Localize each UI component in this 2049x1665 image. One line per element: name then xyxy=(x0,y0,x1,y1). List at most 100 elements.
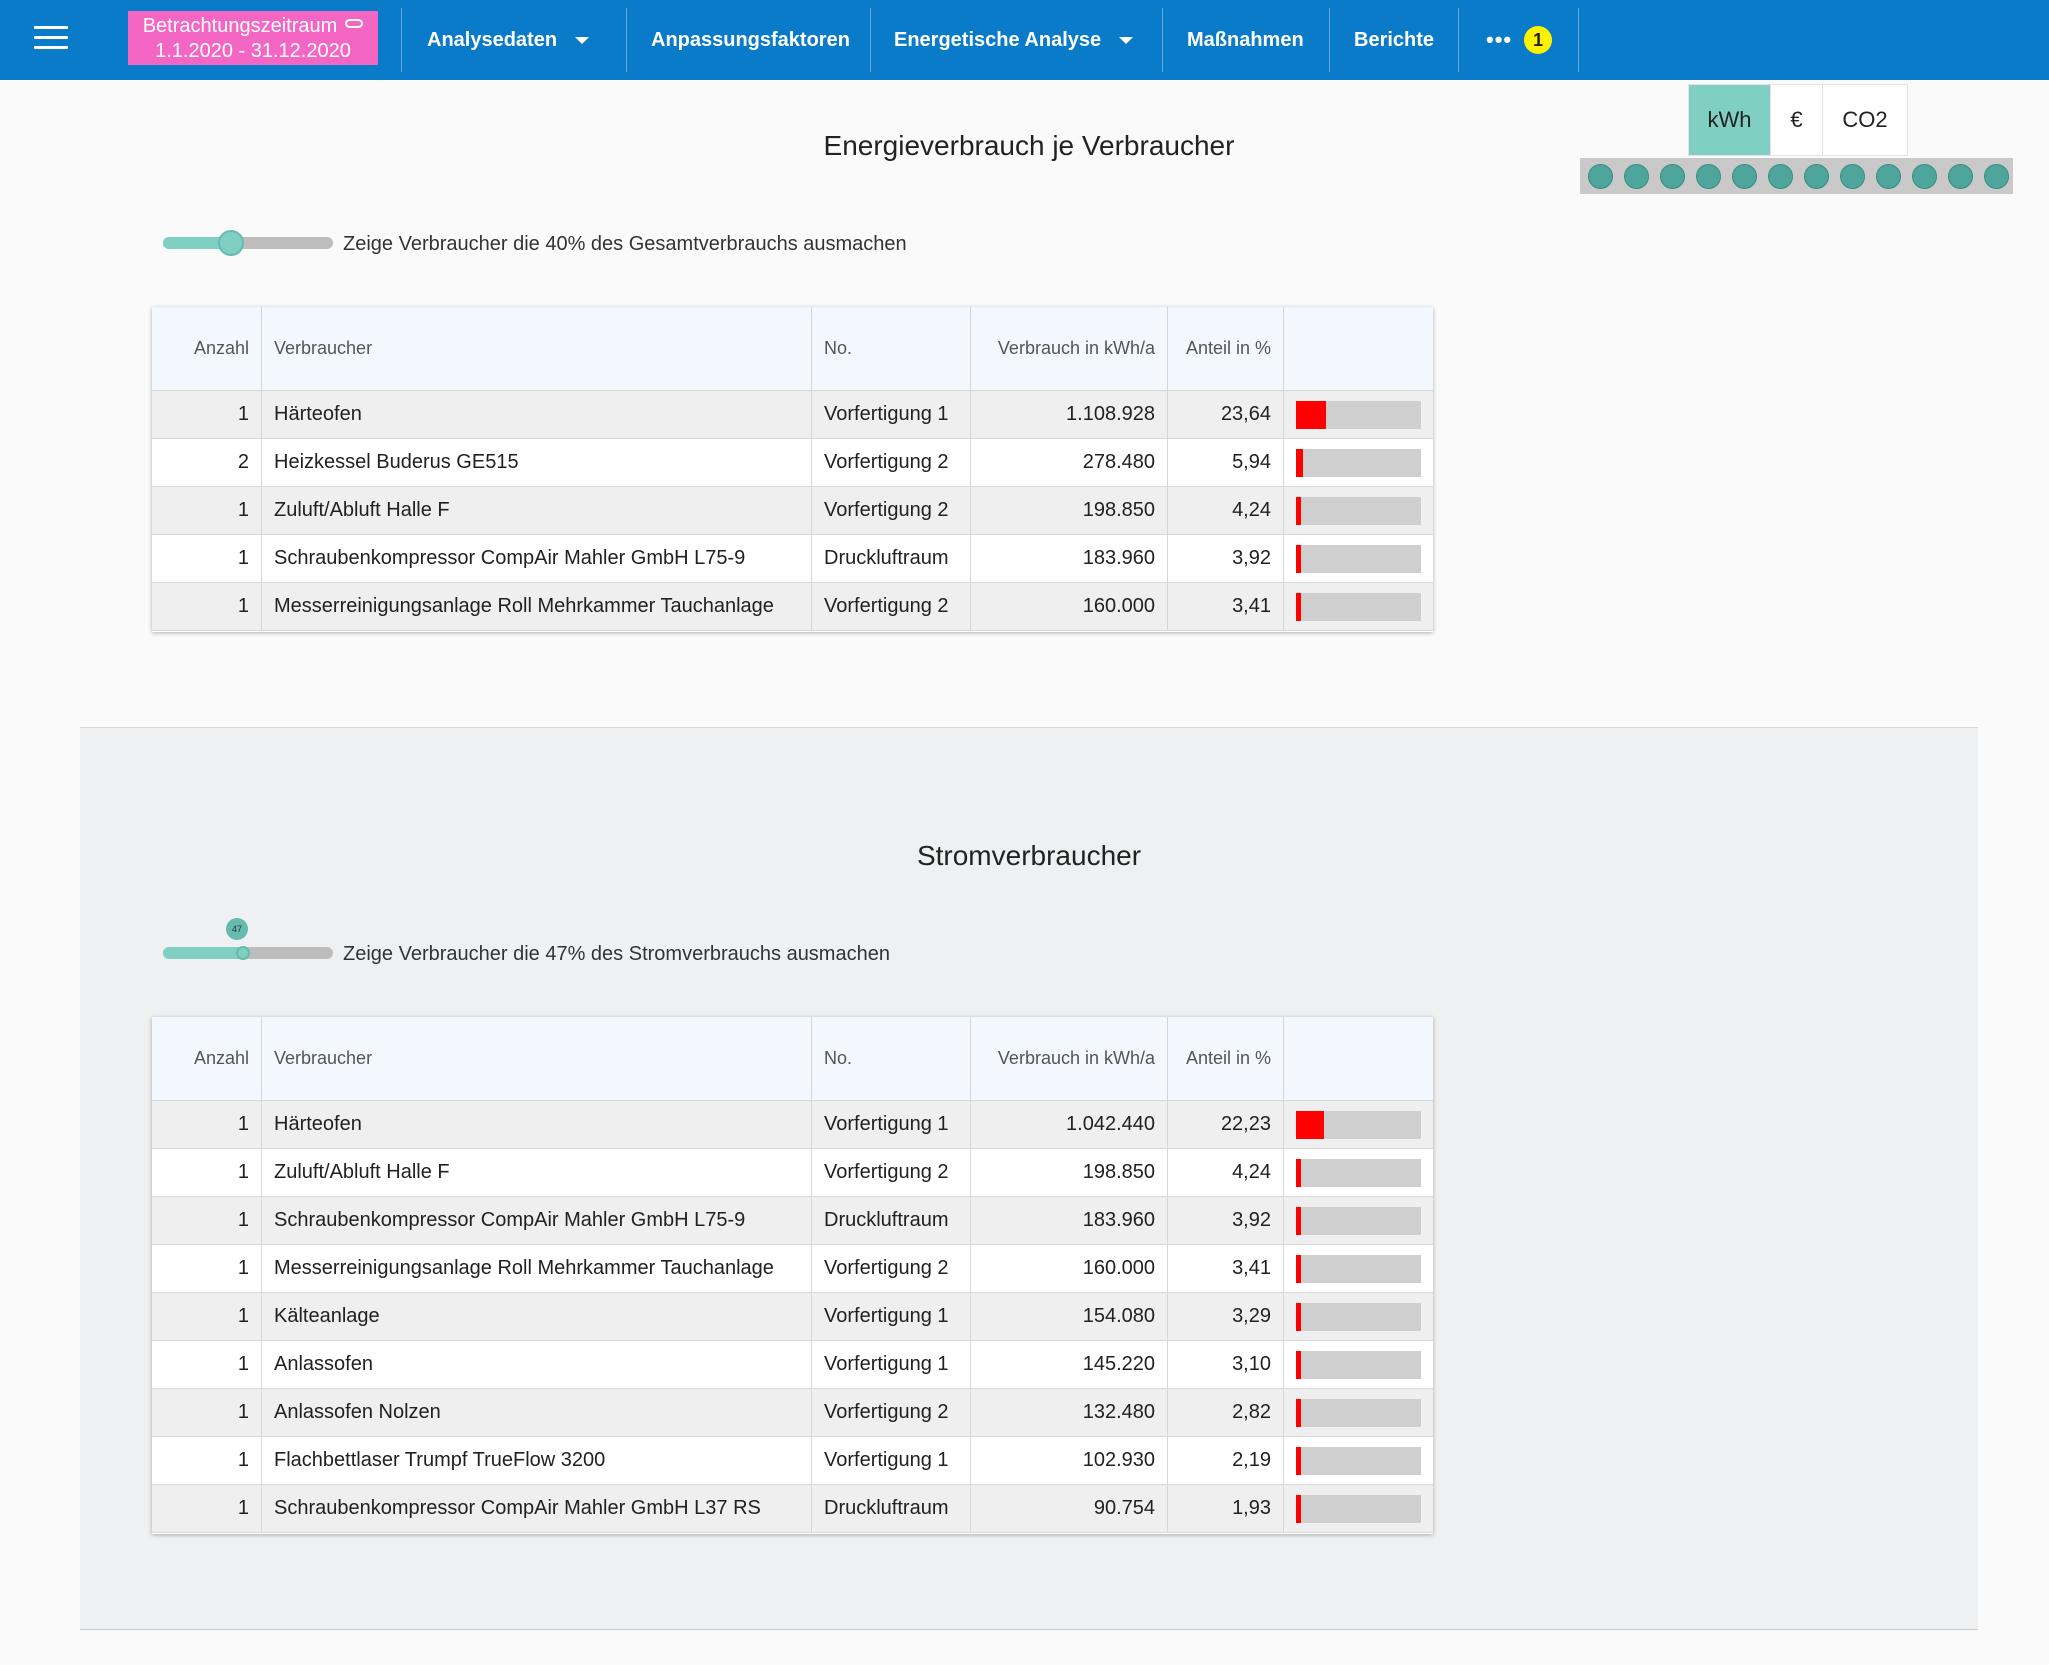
chevron-down-icon xyxy=(575,36,590,44)
cell-verbrauch: 278.480 xyxy=(971,439,1168,486)
cell-verbrauch: 198.850 xyxy=(971,487,1168,534)
table-row[interactable]: 1 Zuluft/Abluft Halle F Vorfertigung 2 198.… xyxy=(152,1149,1433,1197)
cell-anteil: 3,92 xyxy=(1168,535,1284,582)
col-header-no[interactable]: No. xyxy=(812,1017,971,1100)
table-row[interactable]: 1 Anlassofen Vorfertigung 1 145.220 3,10 xyxy=(152,1341,1433,1389)
page-dot[interactable] xyxy=(1588,163,1613,189)
share-bar xyxy=(1296,1446,1421,1475)
col-header-verbrauch[interactable]: Verbrauch in kWh/a xyxy=(971,307,1168,390)
cell-anzahl: 1 xyxy=(152,1389,262,1436)
table-row[interactable]: 1 Flachbettlaser Trumpf TrueFlow 3200 Vorf… xyxy=(152,1437,1433,1485)
table-row[interactable]: 1 Kälteanlage Vorfertigung 1 154.080 3,29 xyxy=(152,1293,1433,1341)
cell-verbrauch: 90.754 xyxy=(971,1485,1168,1532)
table-row[interactable]: 2 Heizkessel Buderus GE515 Vorfertigung 22… xyxy=(152,439,1433,487)
cell-anzahl: 1 xyxy=(152,583,262,630)
notification-badge: 1 xyxy=(1524,26,1553,54)
cell-anteil: 1,93 xyxy=(1168,1485,1284,1532)
period-range: 1.1.2020 - 31.12.2020 xyxy=(155,40,351,62)
page-dot[interactable] xyxy=(1624,163,1649,189)
page-dot[interactable] xyxy=(1804,163,1829,189)
share-bar-fill xyxy=(1296,1494,1301,1523)
table-row[interactable]: 1 Messerreinigungsanlage Roll Mehrkammer … xyxy=(152,1245,1433,1293)
table-row[interactable]: 1 Schraubenkompressor CompAir Mahler GmbH… xyxy=(152,1485,1433,1533)
slider-fill xyxy=(163,947,243,959)
page-dot[interactable] xyxy=(1696,163,1721,189)
cell-verbrauch: 154.080 xyxy=(971,1293,1168,1340)
cell-share-bar xyxy=(1284,1101,1433,1148)
col-header-anzahl[interactable]: Anzahl xyxy=(152,1017,262,1100)
table-row[interactable]: 1 Schraubenkompressor CompAir Mahler GmbH… xyxy=(152,535,1433,583)
nav-more[interactable]: ••• 1 xyxy=(1486,0,1553,80)
table-header: Anzahl Verbraucher No. Verbrauch in kWh/… xyxy=(152,307,1433,391)
cell-anzahl: 1 xyxy=(152,1245,262,1292)
share-bar-fill xyxy=(1296,592,1301,621)
share-bar xyxy=(1296,400,1421,429)
page-dot[interactable] xyxy=(1876,163,1901,189)
cell-verbraucher: Anlassofen Nolzen xyxy=(262,1389,812,1436)
cell-verbraucher: Messerreinigungsanlage Roll Mehrkammer T… xyxy=(262,583,812,630)
page-dot[interactable] xyxy=(1948,163,1973,189)
page-dot[interactable] xyxy=(1984,163,2009,189)
link-icon xyxy=(345,19,364,29)
nav-berichte[interactable]: Berichte xyxy=(1354,0,1434,80)
col-header-anteil[interactable]: Anteil in % xyxy=(1168,1017,1284,1100)
col-header-verbrauch[interactable]: Verbrauch in kWh/a xyxy=(971,1017,1168,1100)
page-dot[interactable] xyxy=(1768,163,1793,189)
share-bar xyxy=(1296,544,1421,573)
share-bar xyxy=(1296,448,1421,477)
cell-verbrauch: 1.108.928 xyxy=(971,391,1168,438)
cell-verbraucher: Schraubenkompressor CompAir Mahler GmbH … xyxy=(262,535,812,582)
cell-share-bar xyxy=(1284,1293,1433,1340)
share-bar-fill xyxy=(1296,1158,1301,1187)
col-header-anteil[interactable]: Anteil in % xyxy=(1168,307,1284,390)
nav-label: Analysedaten xyxy=(427,28,558,51)
share-bar xyxy=(1296,1206,1421,1235)
nav-analysedaten[interactable]: Analysedaten xyxy=(427,0,590,80)
cell-share-bar xyxy=(1284,1341,1433,1388)
col-header-anzahl[interactable]: Anzahl xyxy=(152,307,262,390)
slider-thumb[interactable] xyxy=(218,230,244,256)
cell-no: Vorfertigung 1 xyxy=(812,1293,971,1340)
share-bar-fill xyxy=(1296,1206,1301,1235)
share-bar-fill xyxy=(1296,496,1301,525)
cell-anzahl: 1 xyxy=(152,535,262,582)
share-bar-fill xyxy=(1296,400,1326,429)
more-icon: ••• xyxy=(1486,27,1513,52)
cell-no: Vorfertigung 2 xyxy=(812,1149,971,1196)
menu-icon[interactable] xyxy=(34,26,68,54)
nav-divider xyxy=(1458,8,1459,72)
slider-thumb[interactable] xyxy=(236,946,250,960)
share-bar xyxy=(1296,1350,1421,1379)
strom-share-slider[interactable]: 47 xyxy=(163,918,333,960)
table-row[interactable]: 1 Härteofen Vorfertigung 1 1.042.440 22,23 xyxy=(152,1101,1433,1149)
cell-share-bar xyxy=(1284,1245,1433,1292)
table-row[interactable]: 1 Schraubenkompressor CompAir Mahler GmbH… xyxy=(152,1197,1433,1245)
energy-share-slider[interactable] xyxy=(163,230,333,256)
nav-label: Berichte xyxy=(1354,28,1435,51)
table-row[interactable]: 1 Messerreinigungsanlage Roll Mehrkammer … xyxy=(152,583,1433,631)
nav-divider xyxy=(1329,8,1330,72)
period-selector[interactable]: Betrachtungszeitraum 1.1.2020 - 31.12.20… xyxy=(128,11,378,65)
nav-divider xyxy=(626,8,627,72)
col-header-no[interactable]: No. xyxy=(812,307,971,390)
page-dot[interactable] xyxy=(1912,163,1937,189)
table-row[interactable]: 1 Zuluft/Abluft Halle F Vorfertigung 2 198.… xyxy=(152,487,1433,535)
table-row[interactable]: 1 Härteofen Vorfertigung 1 1.108.928 23,64 xyxy=(152,391,1433,439)
col-header-verbraucher[interactable]: Verbraucher xyxy=(262,1017,812,1100)
col-header-bar xyxy=(1284,1017,1433,1100)
nav-energetische-analyse[interactable]: Energetische Analyse xyxy=(894,0,1134,80)
col-header-verbraucher[interactable]: Verbraucher xyxy=(262,307,812,390)
table-row[interactable]: 1 Anlassofen Nolzen Vorfertigung 2 132.480 2… xyxy=(152,1389,1433,1437)
page-dot[interactable] xyxy=(1732,163,1757,189)
page-dot[interactable] xyxy=(1840,163,1865,189)
cell-verbraucher: Schraubenkompressor CompAir Mahler GmbH … xyxy=(262,1197,812,1244)
share-bar-fill xyxy=(1296,544,1301,573)
cell-no: Vorfertigung 2 xyxy=(812,439,971,486)
page-dot[interactable] xyxy=(1660,163,1685,189)
share-bar xyxy=(1296,1158,1421,1187)
cell-anteil: 3,92 xyxy=(1168,1197,1284,1244)
nav-massnahmen[interactable]: Maßnahmen xyxy=(1187,0,1304,80)
share-bar-fill xyxy=(1296,1254,1301,1283)
nav-anpassungsfaktoren[interactable]: Anpassungsfaktoren xyxy=(651,0,850,80)
nav-divider xyxy=(1162,8,1163,72)
